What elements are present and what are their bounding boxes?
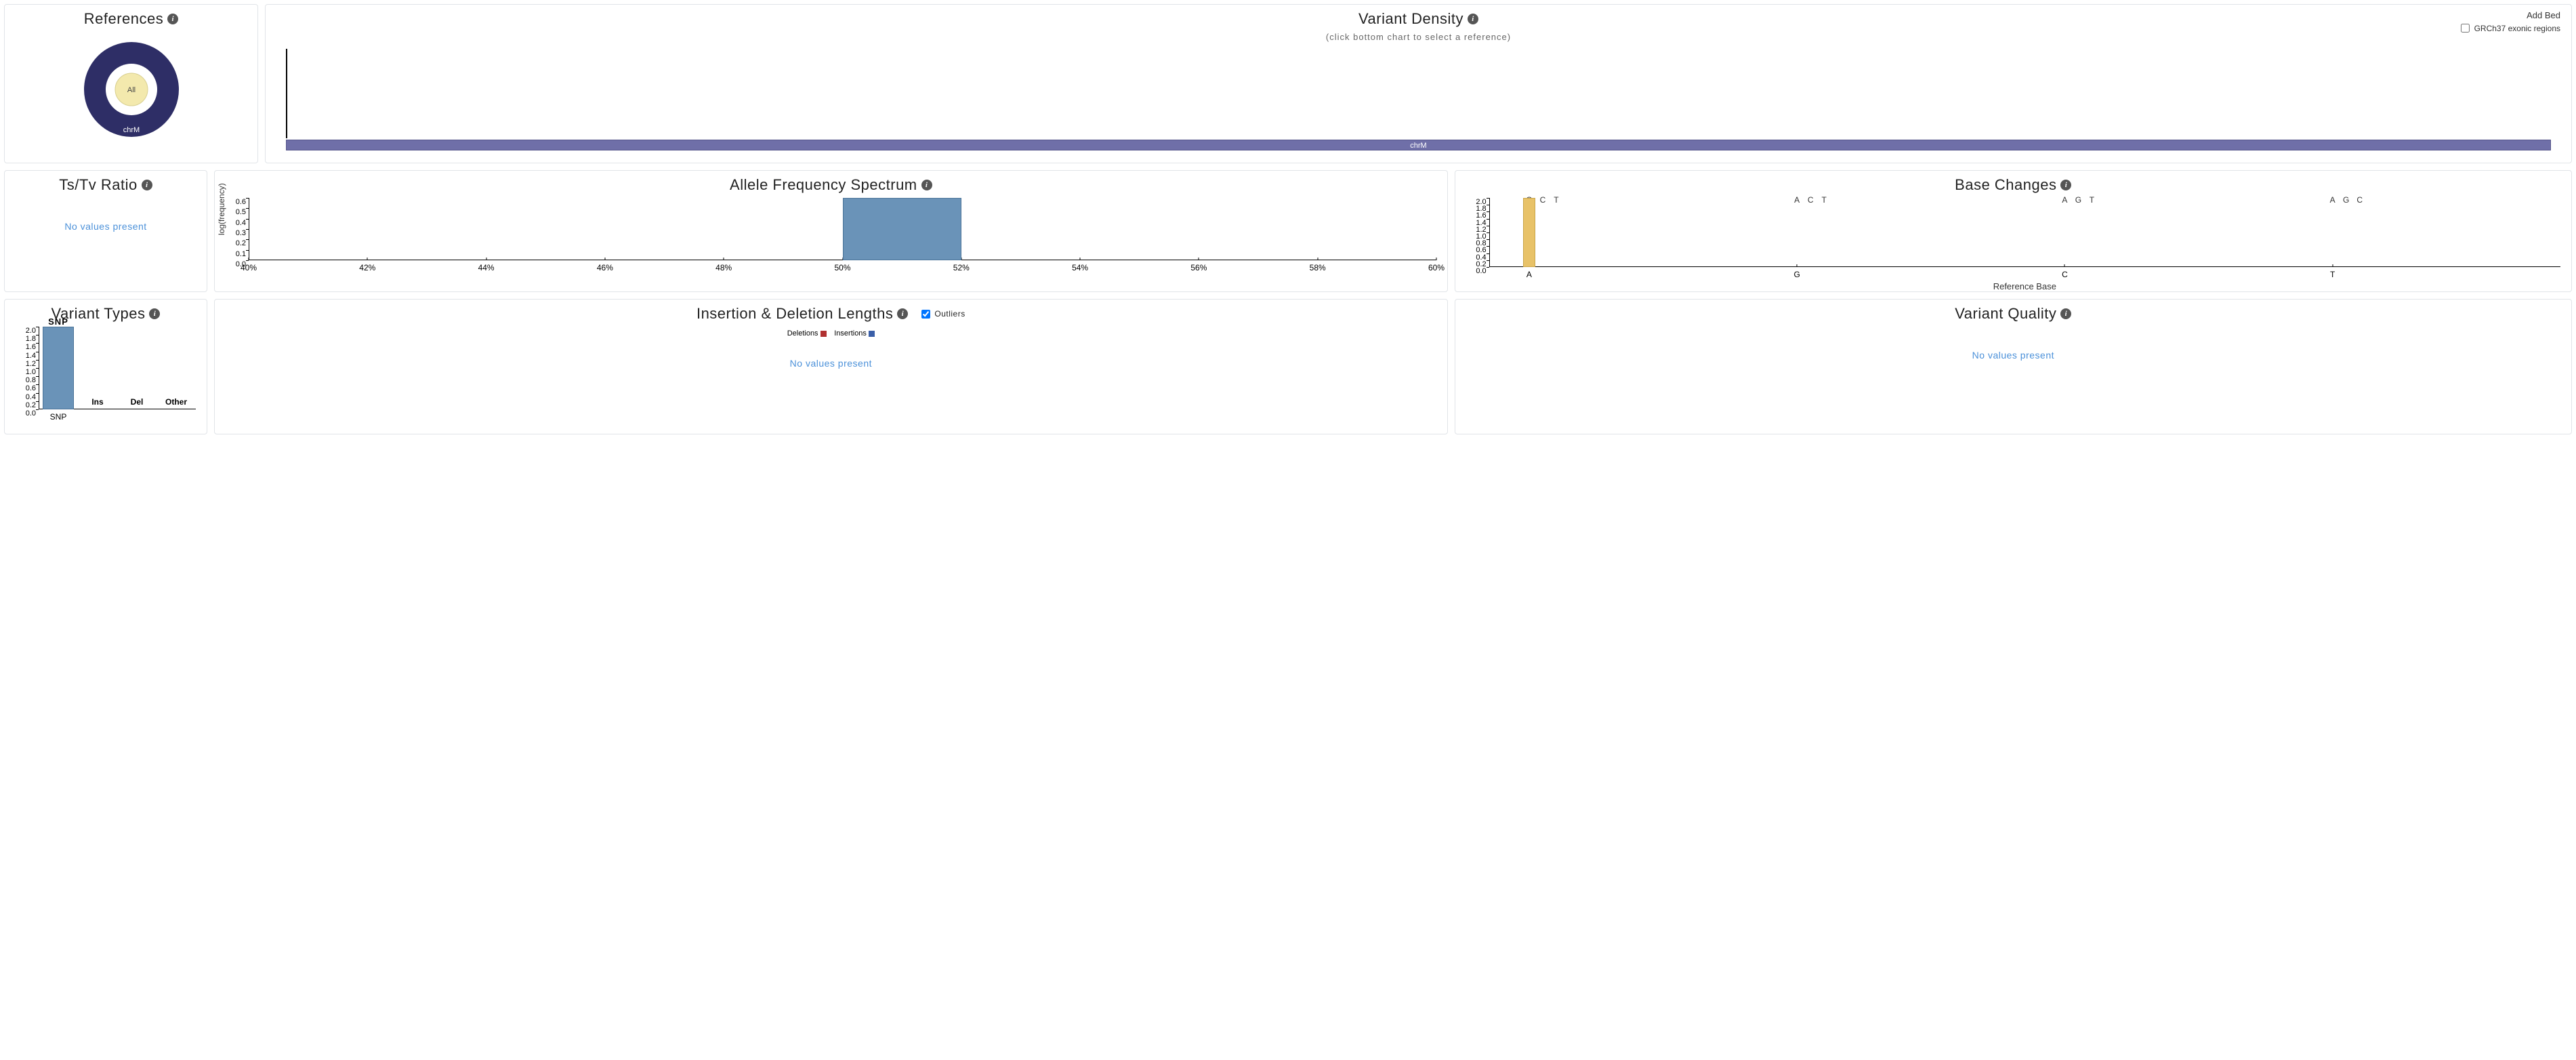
vtypes-title: Variant Types i xyxy=(12,305,200,323)
indel-panel: Insertion & Deletion Lengths i Outliers … xyxy=(214,299,1448,434)
base-title-text: Base Changes xyxy=(1955,176,2056,194)
donut-ring-label: chrM xyxy=(123,126,139,134)
afs-chart[interactable]: log(frequency) 40%42%44%46%48%50%52%54%5… xyxy=(249,198,1436,272)
afs-title: Allele Frequency Spectrum i xyxy=(222,176,1440,194)
references-donut[interactable]: All chrM xyxy=(12,32,251,156)
base-chart[interactable]: Reference Base 0.00.20.40.60.81.01.21.41… xyxy=(1489,198,2560,279)
axis-y xyxy=(1489,198,1490,267)
base-changes-panel: Base Changes i Reference Base 0.00.20.40… xyxy=(1455,170,2572,292)
info-icon[interactable]: i xyxy=(167,14,178,24)
density-ref-band[interactable]: chrM xyxy=(286,140,2551,150)
axis-x xyxy=(1489,266,2560,267)
references-title: References i xyxy=(12,10,251,28)
afs-bar[interactable] xyxy=(843,198,961,260)
base-change-bar[interactable] xyxy=(1523,198,1535,267)
base-title: Base Changes i xyxy=(1462,176,2564,194)
base-xlabel: Reference Base xyxy=(1489,281,2560,291)
outliers-control[interactable]: Outliers xyxy=(919,308,965,321)
vtypes-chart[interactable]: 0.00.20.40.60.81.01.21.41.61.82.0SNPSNPI… xyxy=(39,327,196,422)
indel-title-text: Insertion & Deletion Lengths xyxy=(697,305,893,323)
density-chart[interactable]: chrM xyxy=(286,49,2551,150)
info-icon[interactable]: i xyxy=(149,308,160,319)
variant-types-panel: Variant Types i 0.00.20.40.60.81.01.21.4… xyxy=(4,299,207,434)
qual-no-values: No values present xyxy=(1462,350,2564,361)
legend-insertions-swatch xyxy=(869,331,875,337)
info-icon[interactable]: i xyxy=(1468,14,1478,24)
grch37-checkbox-input[interactable] xyxy=(2461,24,2470,33)
indel-title: Insertion & Deletion Lengths i Outliers xyxy=(222,305,1440,323)
variant-density-panel: Variant Density i (click bottom chart to… xyxy=(265,4,2572,163)
indel-legend: Deletions Insertions xyxy=(222,327,1440,338)
tstv-no-values: No values present xyxy=(12,221,200,232)
afs-ylabel: log(frequency) xyxy=(217,183,226,235)
info-icon[interactable]: i xyxy=(897,308,908,319)
tstv-title-text: Ts/Tv Ratio xyxy=(59,176,138,194)
density-subtitle: (click bottom chart to select a referenc… xyxy=(272,32,2564,42)
variant-type-bar[interactable] xyxy=(43,327,74,409)
grch37-checkbox[interactable]: GRCh37 exonic regions xyxy=(2458,22,2560,35)
info-icon[interactable]: i xyxy=(2060,308,2071,319)
legend-deletions-swatch xyxy=(820,331,827,337)
indel-no-values: No values present xyxy=(222,358,1440,369)
qual-title: Variant Quality i xyxy=(1462,305,2564,323)
references-title-text: References xyxy=(84,10,164,28)
variant-quality-panel: Variant Quality i No values present xyxy=(1455,299,2572,434)
info-icon[interactable]: i xyxy=(921,180,932,190)
info-icon[interactable]: i xyxy=(142,180,152,190)
afs-title-text: Allele Frequency Spectrum xyxy=(730,176,917,194)
afs-panel: Allele Frequency Spectrum i log(frequenc… xyxy=(214,170,1448,292)
outliers-label: Outliers xyxy=(934,309,965,319)
density-y-axis xyxy=(286,49,287,138)
info-icon[interactable]: i xyxy=(2060,180,2071,190)
density-controls: Add Bed GRCh37 exonic regions xyxy=(2458,10,2560,35)
tstv-panel: Ts/Tv Ratio i No values present xyxy=(4,170,207,292)
donut-center-label: All xyxy=(127,86,135,94)
outliers-checkbox[interactable] xyxy=(921,310,930,319)
density-title-text: Variant Density xyxy=(1358,10,1463,28)
density-title: Variant Density i xyxy=(272,10,2564,28)
legend-deletions: Deletions xyxy=(787,329,827,338)
qual-title-text: Variant Quality xyxy=(1955,305,2056,323)
add-bed-link[interactable]: Add Bed xyxy=(2527,10,2560,20)
references-panel: References i All chrM xyxy=(4,4,258,163)
tstv-title: Ts/Tv Ratio i xyxy=(12,176,200,194)
legend-insertions: Insertions xyxy=(834,329,875,338)
grch37-label: GRCh37 exonic regions xyxy=(2474,24,2560,33)
